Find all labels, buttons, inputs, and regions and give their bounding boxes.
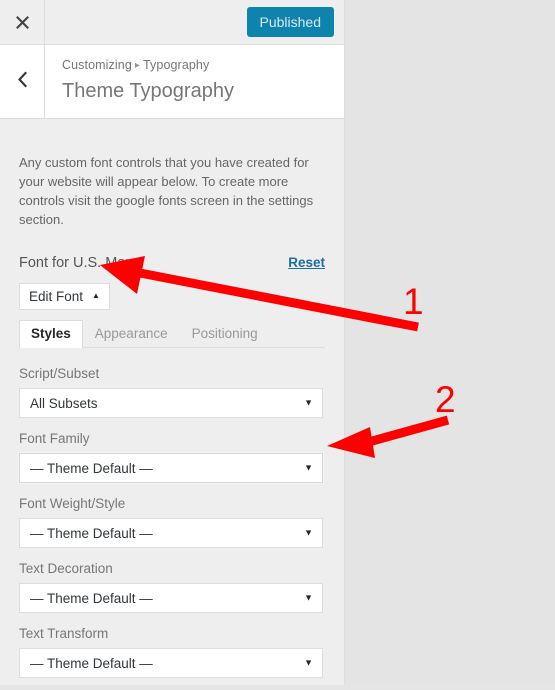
label-text-decoration: Text Decoration (19, 561, 113, 576)
page-title: Theme Typography (62, 80, 234, 102)
font-family-select[interactable]: — Theme Default — ▼ (19, 453, 323, 483)
field-text-decoration: Text Decoration — Theme Default — ▼ (19, 561, 325, 613)
customizer-topbar: Published (0, 0, 344, 45)
tab-positioning[interactable]: Positioning (180, 320, 270, 347)
field-font-weight-style: Font Weight/Style — Theme Default — ▼ (19, 496, 325, 548)
section-header: Customizing ▸ Typography Theme Typography (0, 45, 344, 119)
customizer-panel: Published Customizing ▸ Typography Theme T… (0, 0, 345, 685)
text-decoration-value: — Theme Default — (30, 590, 153, 606)
style-tabs: Styles Appearance Positioning (19, 320, 325, 348)
close-customizer-button[interactable] (0, 0, 45, 44)
panel-description: Any custom font controls that you have c… (19, 155, 314, 227)
back-button[interactable] (0, 45, 45, 118)
control-title-row: Font for U.S. Map Reset (19, 255, 325, 271)
breadcrumb-current[interactable]: Typography (143, 58, 209, 72)
control-title: Font for U.S. Map (19, 255, 134, 271)
field-text-transform: Text Transform — Theme Default — ▼ (19, 626, 325, 678)
breadcrumb: Customizing ▸ Typography (62, 57, 334, 74)
breadcrumb-root[interactable]: Customizing (62, 58, 132, 72)
close-x-icon (15, 15, 30, 30)
chevron-left-icon (16, 71, 29, 93)
edit-font-label: Edit Font (29, 289, 84, 304)
caret-up-icon: ▲ (92, 290, 100, 300)
text-transform-value: — Theme Default — (30, 655, 153, 671)
label-text-transform: Text Transform (19, 626, 109, 641)
site-preview-area[interactable] (345, 0, 555, 685)
chevron-down-icon: ▼ (304, 462, 313, 473)
tab-styles[interactable]: Styles (19, 320, 83, 348)
label-font-family: Font Family (19, 431, 90, 446)
reset-link[interactable]: Reset (288, 255, 325, 270)
script-subset-select[interactable]: All Subsets ▼ (19, 388, 323, 418)
label-font-weight-style: Font Weight/Style (19, 496, 126, 511)
chevron-down-icon: ▼ (304, 657, 313, 668)
breadcrumb-separator-icon: ▸ (134, 60, 140, 71)
script-subset-value: All Subsets (30, 395, 98, 411)
font-weight-style-value: — Theme Default — (30, 525, 153, 541)
chevron-down-icon: ▼ (304, 527, 313, 538)
font-weight-style-select[interactable]: — Theme Default — ▼ (19, 518, 323, 548)
field-font-family: Font Family — Theme Default — ▼ (19, 431, 325, 483)
chevron-down-icon: ▼ (304, 397, 313, 408)
chevron-down-icon: ▼ (304, 592, 313, 603)
field-script-subset: Script/Subset All Subsets ▼ (19, 366, 325, 418)
customizer-body: Any custom font controls that you have c… (0, 132, 344, 678)
text-decoration-select[interactable]: — Theme Default — ▼ (19, 583, 323, 613)
font-family-value: — Theme Default — (30, 460, 153, 476)
edit-font-toggle[interactable]: Edit Font ▲ (19, 283, 110, 310)
tab-appearance[interactable]: Appearance (83, 320, 180, 347)
text-transform-select[interactable]: — Theme Default — ▼ (19, 648, 323, 678)
label-script-subset: Script/Subset (19, 366, 100, 381)
publish-button[interactable]: Published (246, 7, 334, 37)
section-header-text: Customizing ▸ Typography Theme Typography (62, 57, 334, 104)
